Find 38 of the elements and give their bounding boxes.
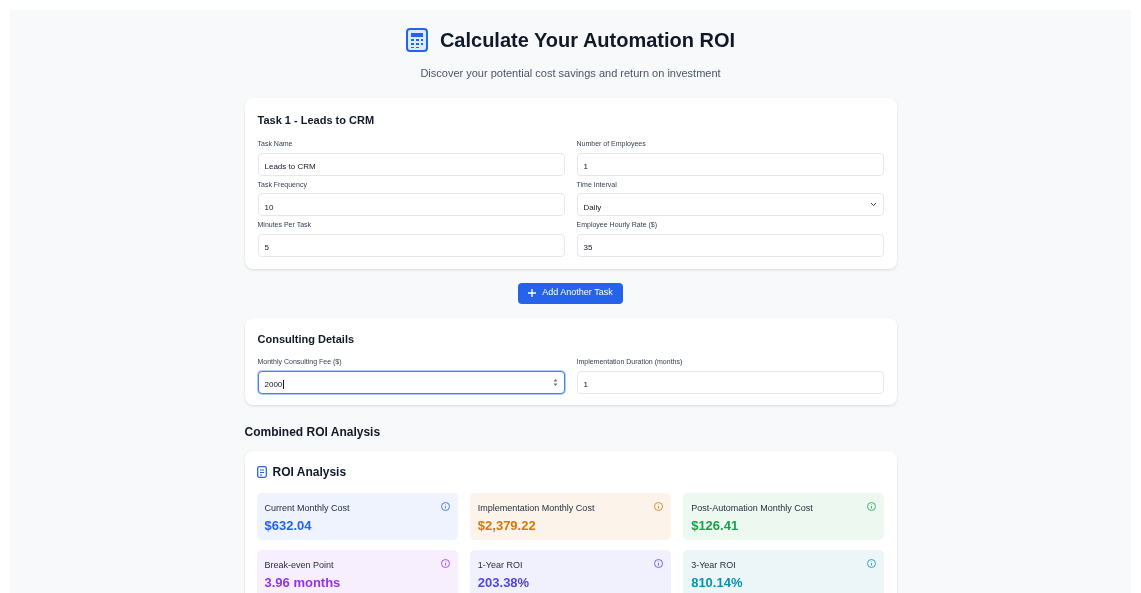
- roi-title: ROI Analysis: [272, 463, 347, 481]
- page-title: Calculate Your Automation ROI: [439, 28, 736, 53]
- interval-dropdown[interactable]: Daily: [576, 193, 884, 216]
- spinner-icon: [552, 377, 558, 387]
- info-icon[interactable]: [440, 501, 450, 511]
- chevron-down-icon: [869, 202, 877, 207]
- section-title: Consulting Details: [257, 331, 356, 347]
- document-icon: [256, 465, 267, 478]
- metric-value: $2,379.22: [477, 517, 537, 535]
- input-field[interactable]: Leads to CRM: [257, 152, 565, 176]
- number-field[interactable]: 2000: [257, 370, 565, 394]
- plus-icon: [528, 289, 537, 297]
- metric-value: 203.38%: [477, 574, 530, 592]
- metric-label: 1-Year ROI: [477, 558, 524, 572]
- info-icon[interactable]: [867, 558, 877, 568]
- page-subtitle: Discover your potential cost savings and return on investment: [419, 66, 722, 81]
- input-field[interactable]: 10: [257, 193, 565, 216]
- input-field[interactable]: 1: [576, 370, 884, 394]
- calculator-icon: [405, 28, 428, 52]
- metric-label: Implementation Monthly Cost: [477, 501, 595, 515]
- metric-label: Post-Automation Monthly Cost: [691, 501, 813, 515]
- input-field[interactable]: 35: [576, 233, 884, 257]
- add-task-button[interactable]: Add Another Task: [518, 282, 623, 304]
- input-field[interactable]: 5: [257, 233, 565, 257]
- metric-label: Break-even Point: [264, 558, 335, 572]
- metric-label: Current Monthly Cost: [264, 501, 350, 515]
- info-icon[interactable]: [440, 558, 450, 568]
- metric-value: 810.14%: [691, 574, 743, 592]
- metric-value: $632.04: [264, 517, 313, 535]
- metric-value: $126.41: [691, 517, 740, 535]
- info-icon[interactable]: [654, 558, 664, 568]
- info-icon[interactable]: [654, 501, 664, 511]
- info-icon[interactable]: [867, 501, 877, 511]
- metric-label: 3-Year ROI: [691, 558, 737, 572]
- input-field[interactable]: 1: [576, 152, 884, 176]
- task-title: Task 1 - Leads to CRM: [257, 112, 376, 128]
- metric-value: 3.96 months: [264, 574, 341, 592]
- section-heading: Combined ROI Analysis: [244, 423, 382, 441]
